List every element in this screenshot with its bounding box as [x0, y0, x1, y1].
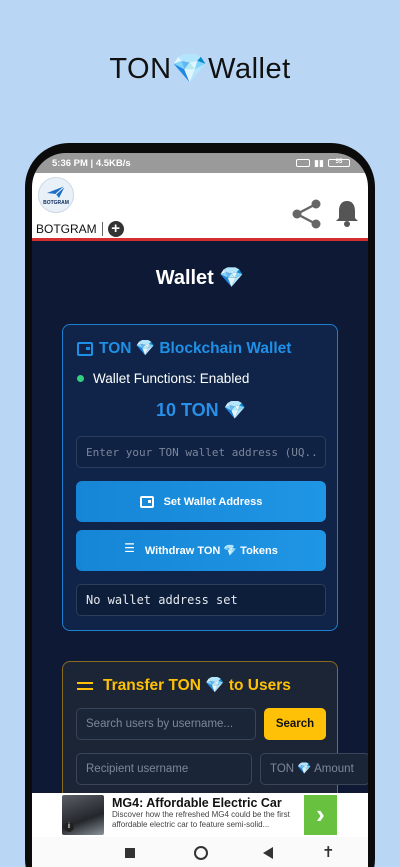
- status-dot-icon: [77, 375, 84, 382]
- set-wallet-address-label: Set Wallet Address: [163, 495, 263, 508]
- set-wallet-address-button[interactable]: Set Wallet Address: [76, 481, 326, 522]
- status-time: 5:36 PM | 4.5KB/s: [52, 157, 131, 169]
- promo-title: TON💎Wallet: [109, 53, 291, 85]
- logo-plane-icon: [47, 185, 66, 198]
- transfer-icon: [77, 681, 93, 690]
- brand: BOTGRAM +: [36, 221, 124, 237]
- app-header: BOTGRAM BOTGRAM +: [32, 173, 368, 241]
- home-icon[interactable]: [194, 846, 208, 860]
- wallet-address-input[interactable]: [76, 436, 326, 468]
- wallet-icon: [139, 495, 154, 508]
- status-icons: ▮▮ 55: [296, 158, 350, 169]
- bell-icon[interactable]: [334, 199, 360, 227]
- transfer-title: Transfer TON 💎 to Users: [103, 677, 291, 694]
- battery-icon: 55: [328, 159, 350, 167]
- wallet-icon: [77, 341, 93, 356]
- ad-banner[interactable]: i MG4: Affordable Electric Car Discover …: [32, 793, 368, 837]
- recents-icon[interactable]: [125, 848, 135, 858]
- wallet-address-display: No wallet address set: [76, 584, 326, 616]
- wallet-status-text: Wallet Functions: Enabled: [93, 371, 250, 386]
- ad-info-icon[interactable]: i: [64, 822, 74, 832]
- system-nav-bar: ✝: [32, 837, 368, 867]
- ad-description: Discover how the refreshed MG4 could be …: [112, 810, 290, 829]
- ad-title[interactable]: MG4: Affordable Electric Car: [112, 796, 282, 810]
- wallet-card-title-row: TON 💎 Blockchain Wallet: [77, 339, 291, 358]
- app-logo[interactable]: BOTGRAM: [38, 177, 74, 213]
- page-title: Wallet 💎: [155, 267, 245, 289]
- phone-screen: 5:36 PM | 4.5KB/s ▮▮ 55 BOTGRAM BOTGRAM …: [32, 153, 368, 867]
- wallet-balance: 10 TON 💎: [155, 400, 247, 420]
- add-button[interactable]: +: [107, 221, 124, 237]
- share-icon[interactable]: [291, 199, 323, 229]
- status-bar: 5:36 PM | 4.5KB/s ▮▮ 55: [32, 153, 368, 173]
- wallet-card: TON 💎 Blockchain Wallet Wallet Functions…: [62, 324, 338, 631]
- back-icon[interactable]: [263, 847, 273, 859]
- recipient-input[interactable]: [76, 753, 252, 785]
- wallet-status: Wallet Functions: Enabled: [77, 371, 249, 386]
- accessibility-icon[interactable]: ✝: [322, 843, 335, 861]
- signal-icon: ▮▮: [314, 157, 324, 168]
- amount-input[interactable]: [260, 753, 368, 785]
- ad-go-button[interactable]: ›: [304, 795, 337, 835]
- brand-name: BOTGRAM: [36, 222, 103, 236]
- wallet-card-title: TON 💎 Blockchain Wallet: [99, 340, 292, 357]
- user-search-input[interactable]: [76, 708, 256, 740]
- withdraw-label: Withdraw TON 💎 Tokens: [144, 545, 278, 557]
- main-content: Wallet 💎 TON 💎 Blockchain Wallet Wallet …: [32, 241, 368, 841]
- search-button[interactable]: Search: [264, 708, 326, 740]
- transfer-title-row: Transfer TON 💎 to Users: [77, 676, 291, 695]
- withdraw-ton-button[interactable]: ☰ Withdraw TON 💎 Tokens: [76, 530, 326, 571]
- withdraw-icon: ☰: [124, 540, 135, 555]
- logo-text: BOTGRAM: [43, 199, 69, 206]
- hd-icon: [296, 159, 311, 167]
